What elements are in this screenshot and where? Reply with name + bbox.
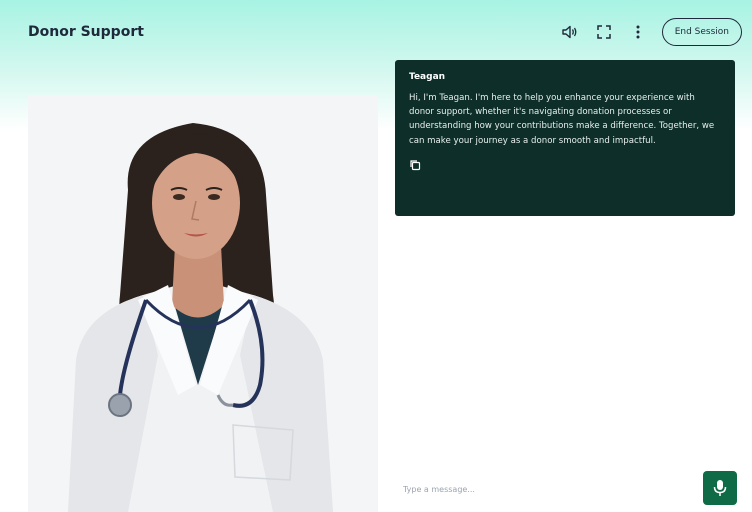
chat-message: Teagan Hi, I'm Teagan. I'm here to help …	[395, 60, 735, 216]
copy-icon[interactable]	[409, 156, 421, 170]
fullscreen-icon[interactable]	[594, 22, 614, 42]
end-session-button[interactable]: End Session	[661, 18, 742, 46]
microphone-button[interactable]	[703, 471, 737, 505]
microphone-icon	[713, 480, 727, 496]
header-toolbar: End Session	[560, 18, 742, 46]
message-input[interactable]	[403, 478, 693, 500]
volume-icon[interactable]	[560, 22, 580, 42]
more-vertical-icon[interactable]	[628, 22, 648, 42]
message-text: Hi, I'm Teagan. I'm here to help you enh…	[409, 93, 715, 146]
avatar-video	[28, 95, 378, 512]
avatar-portrait	[68, 123, 333, 512]
message-composer	[395, 468, 745, 512]
message-sender: Teagan	[409, 72, 446, 82]
page-title: Donor Support	[28, 24, 144, 40]
